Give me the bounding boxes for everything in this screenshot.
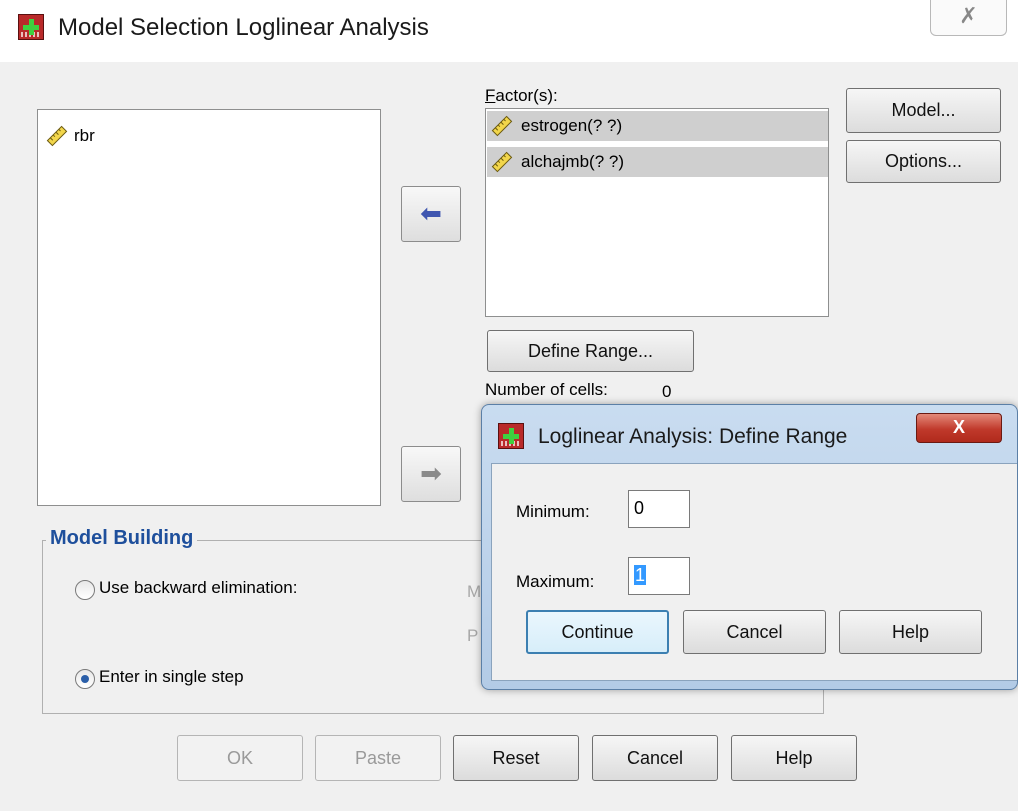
help-button[interactable]: Help [731, 735, 857, 781]
factors-list[interactable]: estrogen(? ?) alchajmb(? ?) [485, 108, 829, 317]
define-range-dialog: Loglinear Analysis: Define Range X Minim… [481, 404, 1018, 690]
continue-button[interactable]: Continue [526, 610, 669, 654]
arrow-right-icon: ➡ [420, 458, 442, 488]
hidden-field-label: M [467, 582, 482, 601]
ok-button[interactable]: OK [177, 735, 303, 781]
maximum-label: Maximum: [516, 572, 595, 591]
sub-cancel-button[interactable]: Cancel [683, 610, 826, 654]
arrow-left-icon: ⬅ [420, 198, 442, 228]
list-item[interactable]: estrogen(? ?) [487, 111, 828, 141]
minimum-input[interactable]: 0 [628, 490, 690, 528]
backward-elimination-radio[interactable] [75, 580, 95, 600]
sub-close-button[interactable]: X [916, 413, 1002, 443]
single-step-radio[interactable] [75, 669, 95, 689]
close-button[interactable]: ✗ [930, 0, 1007, 36]
dialog-title: Model Selection Loglinear Analysis [58, 14, 429, 41]
ruler-scale-icon [491, 115, 513, 137]
reset-button[interactable]: Reset [453, 735, 579, 781]
minimum-label: Minimum: [516, 502, 590, 521]
sub-help-button[interactable]: Help [839, 610, 982, 654]
minimum-value: 0 [634, 498, 645, 518]
single-step-label: Enter in single step [99, 667, 244, 686]
backward-elimination-label: Use backward elimination: [99, 578, 298, 597]
maximum-value: 1 [634, 565, 647, 585]
list-item[interactable]: rbr [44, 121, 374, 151]
number-of-cells-value: 0 [662, 382, 672, 401]
maximum-input[interactable]: 1 [628, 557, 690, 595]
factor-label: alchajmb(? ?) [521, 152, 624, 171]
variable-label: rbr [74, 126, 95, 145]
list-item[interactable]: alchajmb(? ?) [487, 147, 828, 177]
factors-label-text: actor(s): [495, 86, 558, 105]
move-to-cell-button[interactable]: ➡ [401, 446, 461, 502]
model-button[interactable]: Model... [846, 88, 1001, 133]
app-icon [18, 14, 44, 40]
move-to-factors-button[interactable]: ⬅ [401, 186, 461, 242]
cancel-button[interactable]: Cancel [592, 735, 718, 781]
app-icon [498, 423, 524, 449]
sub-dialog-title: Loglinear Analysis: Define Range [538, 425, 848, 448]
factors-label: Factor(s): [485, 86, 558, 105]
number-of-cells-label: Number of cells: [485, 380, 608, 399]
hidden-field-label: P [467, 626, 479, 645]
model-building-title: Model Building [46, 527, 198, 550]
source-variable-list[interactable]: rbr [37, 109, 381, 506]
define-range-button[interactable]: Define Range... [487, 330, 694, 372]
main-title-bar: Model Selection Loglinear Analysis ✗ [0, 0, 1018, 62]
options-button[interactable]: Options... [846, 140, 1001, 183]
close-icon: X [952, 417, 965, 437]
ruler-scale-icon [46, 125, 68, 147]
close-icon: ✗ [959, 3, 978, 28]
factor-label: estrogen(? ?) [521, 116, 623, 135]
ruler-scale-icon [491, 151, 513, 173]
paste-button[interactable]: Paste [315, 735, 441, 781]
define-range-client: Minimum: 0 Maximum: 1 Continue Cancel He… [491, 463, 1017, 681]
